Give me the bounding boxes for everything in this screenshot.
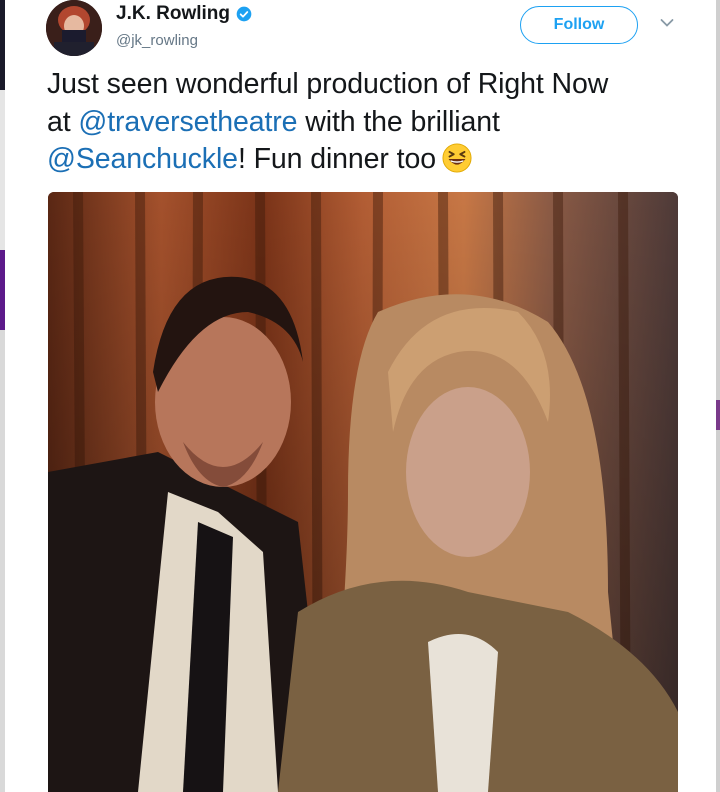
tweet-text-fragment: at [47, 105, 79, 138]
tweet-photo[interactable] [48, 192, 678, 792]
display-name[interactable]: J.K. Rowling [116, 3, 230, 25]
follow-button[interactable]: Follow [520, 6, 638, 44]
right-edge-strip [716, 0, 720, 792]
mention-traversetheatre-link[interactable]: @traversetheatre [78, 106, 297, 138]
mention-seanchuckle-link[interactable]: @Seanchuckle [47, 143, 238, 175]
verified-badge-icon [236, 6, 252, 22]
user-handle[interactable]: @jk_rowling [116, 32, 198, 49]
chevron-down-icon[interactable] [660, 18, 674, 28]
tweet-text-fragment: ! Fun dinner too [237, 143, 436, 175]
avatar[interactable] [46, 0, 102, 56]
tweet-text-fragment: with the brilliant [297, 105, 500, 138]
tweet-text-line-1: Just seen wonderful production of Right … [47, 68, 609, 100]
tweet-text: Just seen wonderful production of Right … [47, 66, 697, 179]
grinning-squinting-face-icon [442, 143, 472, 173]
name-row: J.K. Rowling [116, 3, 252, 25]
left-edge-strip [0, 0, 5, 792]
tweet-text-line-3: @Seanchuckle! Fun dinner too [47, 141, 697, 179]
tweet-text-line-2: at @traversetheatre with the brilliant [47, 104, 697, 142]
